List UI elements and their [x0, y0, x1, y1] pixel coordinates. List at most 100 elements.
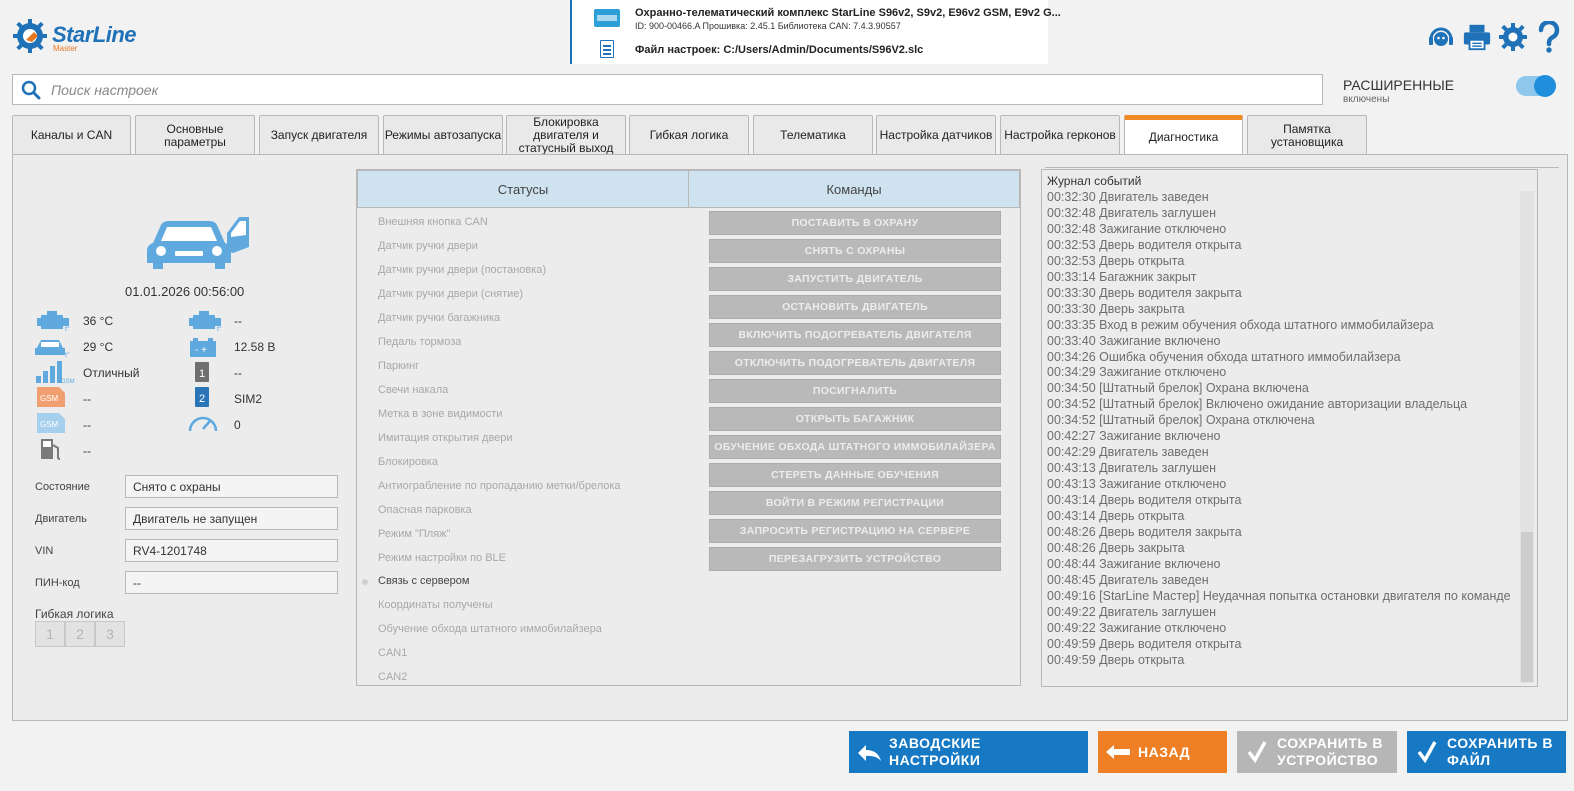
back-button[interactable]: НАЗАД [1098, 731, 1227, 773]
log-entry: 00:34:52 [Штатный брелок] Охрана отключе… [1047, 413, 1315, 428]
log-scrollbar-thumb[interactable] [1521, 532, 1533, 682]
tab-installer-notes[interactable]: Памятка установщика [1247, 115, 1367, 155]
tab-telematics[interactable]: Телематика [753, 115, 873, 155]
status-item: Датчик ручки двери (снятие) [378, 288, 524, 300]
search-input[interactable] [51, 75, 1311, 104]
tab-channels-can[interactable]: Каналы и CAN [12, 115, 131, 155]
horn-button[interactable]: ПОСИГНАЛИТЬ [709, 379, 1001, 403]
battery-value: 12.58 В [234, 340, 276, 354]
advanced-toggle[interactable] [1516, 75, 1556, 97]
arm-button[interactable]: ПОСТАВИТЬ В ОХРАНУ [709, 211, 1001, 235]
log-entry: 00:42:29 Двигатель заведен [1047, 445, 1209, 460]
log-entry: 00:34:29 Зажигание отключено [1047, 365, 1227, 380]
status-item: Имитация открытия двери [378, 432, 513, 444]
engine-temp-icon: t° [37, 311, 70, 332]
save-device-label-2: УСТРОЙСТВО [1277, 752, 1379, 768]
advanced-label: РАСШИРЕННЫЕ [1343, 77, 1455, 93]
state-field: Снято с охраны [125, 475, 338, 498]
log-entry: 00:33:30 Дверь водителя закрыта [1047, 285, 1242, 300]
status-indicator-dot [362, 579, 368, 585]
disarm-button[interactable]: СНЯТЬ С ОХРАНЫ [709, 239, 1001, 263]
log-entry: 00:33:35 Вход в режим обучения обхода шт… [1047, 317, 1434, 332]
engine-temp2-icon: t° [189, 311, 222, 332]
state-label: Состояние [35, 481, 90, 493]
factory-settings-label-1: ЗАВОДСКИЕ [889, 735, 981, 751]
log-entry: 00:32:53 Дверь открыта [1047, 253, 1185, 268]
tab-engine-start[interactable]: Запуск двигателя [259, 115, 379, 155]
reboot-device-button[interactable]: ПЕРЕЗАГРУЗИТЬ УСТРОЙСТВО [709, 547, 1001, 571]
log-entry: 00:48:44 Зажигание включено [1047, 556, 1221, 571]
stop-engine-button[interactable]: ОСТАНОВИТЬ ДВИГАТЕЛЬ [709, 295, 1001, 319]
status-item: Датчик ручки двери [378, 240, 478, 252]
cabin-temp-icon: t° [35, 340, 70, 358]
diagnostics-panel: 01.01.2026 00:56:00 t° 36 °C t° -- t° 29… [12, 154, 1568, 721]
gsm-signal-icon: GSM [36, 361, 75, 384]
save-device-label-1: СОХРАНИТЬ В [1277, 735, 1383, 751]
log-entry: 00:49:16 [StarLine Мастер] Неудачная поп… [1047, 588, 1511, 603]
print-icon[interactable] [1462, 20, 1492, 54]
status-item: Внешняя кнопка CAN [378, 216, 488, 228]
tab-sensor-settings[interactable]: Настройка датчиков [876, 115, 996, 155]
save-to-device-button[interactable]: СОХРАНИТЬ В УСТРОЙСТВО [1237, 731, 1397, 773]
search-icon [21, 80, 41, 100]
enter-registration-button[interactable]: ВОЙТИ В РЕЖИМ РЕГИСТРАЦИИ [709, 491, 1001, 515]
flex-logic-button-1[interactable]: 1 [35, 621, 65, 647]
tab-autostart-modes[interactable]: Режимы автозапуска [383, 115, 503, 155]
svg-text:GSM: GSM [61, 379, 75, 384]
save-file-label-1: СОХРАНИТЬ В [1447, 735, 1553, 751]
pin-label: ПИН-код [35, 577, 80, 589]
flex-logic-button-3[interactable]: 3 [95, 621, 125, 647]
car-doors-open-icon [147, 217, 249, 269]
vin-label: VIN [35, 545, 54, 557]
pin-field: -- [125, 571, 338, 594]
immobilizer-learn-button[interactable]: ОБУЧЕНИЕ ОБХОДА ШТАТНОГО ИММОБИЛАЙЗЕРА [709, 435, 1001, 459]
log-entry: 00:48:26 Дверь закрыта [1047, 540, 1185, 555]
cabin-temp-value: 29 °C [83, 340, 114, 354]
request-registration-button[interactable]: ЗАПРОСИТЬ РЕГИСТРАЦИЮ НА СЕРВЕРЕ [709, 519, 1001, 543]
log-entry: 00:33:30 Дверь закрыта [1047, 301, 1185, 316]
erase-learning-button[interactable]: СТЕРЕТЬ ДАННЫЕ ОБУЧЕНИЯ [709, 463, 1001, 487]
log-entry: 00:32:48 Двигатель заглушен [1047, 205, 1216, 220]
log-entry: 00:43:14 Дверь открыта [1047, 509, 1185, 524]
tab-diagnostics[interactable]: Диагностика [1124, 115, 1243, 155]
gsm2-value: -- [83, 418, 91, 432]
log-entry: 00:34:52 [Штатный брелок] Включено ожида… [1047, 397, 1468, 412]
event-log-title: Журнал событий [1047, 174, 1142, 188]
logo-gear-icon [13, 19, 47, 53]
engine-field: Двигатель не запущен [125, 507, 338, 530]
tab-reed-settings[interactable]: Настройка герконов [1000, 115, 1120, 155]
factory-settings-button[interactable]: ЗАВОДСКИЕ НАСТРОЙКИ [849, 731, 1088, 773]
open-trunk-button[interactable]: ОТКРЫТЬ БАГАЖНИК [709, 407, 1001, 431]
gear-icon[interactable] [1498, 20, 1528, 54]
status-item: Опасная парковка [378, 504, 472, 516]
statuses-header: Статусы [357, 170, 689, 208]
checkmark-icon [1407, 740, 1447, 764]
flex-logic-buttons: 1 2 3 [35, 621, 125, 647]
save-to-file-button[interactable]: СОХРАНИТЬ В ФАЙЛ [1407, 731, 1566, 773]
heater-off-button[interactable]: ОТКЛЮЧИТЬ ПОДОГРЕВАТЕЛЬ ДВИГАТЕЛЯ [709, 351, 1001, 375]
log-entry: 00:33:14 Багажник закрыт [1047, 269, 1197, 284]
tab-flex-logic[interactable]: Гибкая логика [629, 115, 749, 155]
battery-icon: - + [190, 338, 216, 357]
status-item: Координаты получены [378, 599, 493, 611]
status-item: Режим настройки по BLE [378, 552, 507, 564]
app-window: StarLine Master Охранно-телематический к… [0, 0, 1574, 791]
log-entry: 00:32:30 Двигатель заведен [1047, 190, 1209, 204]
logo-subtitle: Master [53, 44, 78, 53]
svg-text:t°: t° [65, 351, 70, 358]
event-log-panel[interactable]: Журнал событий 00:32:30 Двигатель заведе… [1041, 169, 1538, 687]
support-icon[interactable] [1426, 20, 1456, 54]
start-engine-button[interactable]: ЗАПУСТИТЬ ДВИГАТЕЛЬ [709, 267, 1001, 291]
gsm1-sim-icon: GSM [37, 387, 65, 407]
help-icon[interactable] [1534, 20, 1564, 54]
log-entry: 00:49:22 Зажигание отключено [1047, 620, 1227, 635]
flex-logic-button-2[interactable]: 2 [65, 621, 95, 647]
heater-on-button[interactable]: ВКЛЮЧИТЬ ПОДОГРЕВАТЕЛЬ ДВИГАТЕЛЯ [709, 323, 1001, 347]
sim1-icon: 1 [195, 362, 209, 382]
engine-temp2-value: -- [234, 314, 242, 328]
toolbar-icons [1426, 20, 1564, 54]
status-item: Паркинг [378, 360, 420, 372]
tab-engine-block[interactable]: Блокировка двигателя и статусный выход [506, 115, 626, 155]
tab-main-params[interactable]: Основные параметры [135, 115, 255, 155]
status-item: Блокировка [378, 456, 438, 468]
